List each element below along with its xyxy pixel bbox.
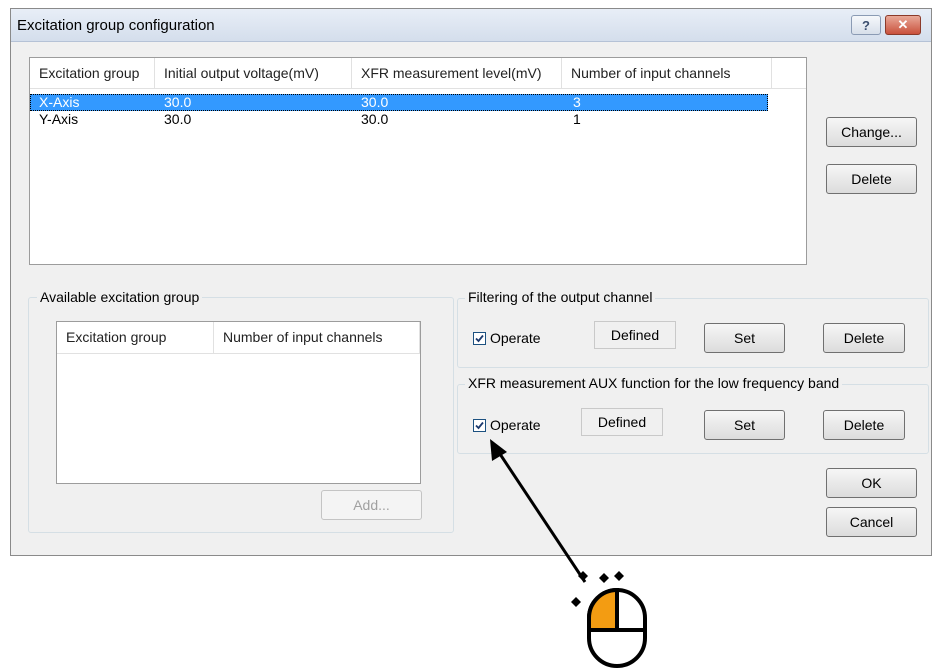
pointer-arrow-icon [490,439,587,583]
annotation-overlay [490,439,647,668]
mouse-click-icon [571,571,647,668]
